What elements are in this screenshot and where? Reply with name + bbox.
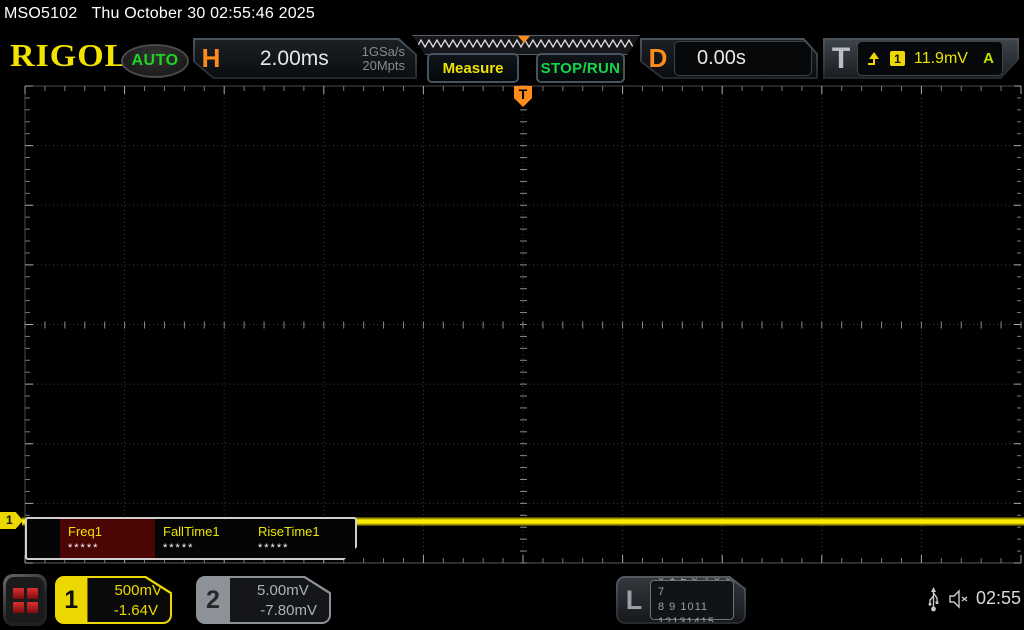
channel2-badge[interactable]: 2 5.00mV -7.80mV — [196, 576, 331, 624]
channel2-scale: 5.00mV — [257, 582, 309, 599]
measurement-value: ***** — [163, 542, 195, 554]
delay-value[interactable]: 0.00s — [675, 47, 746, 70]
logic-channel-list: 0 1 2 3 4 5 6 7 8 9 1011 12131415 — [650, 580, 734, 620]
channel1-scale: 500mV — [114, 582, 162, 599]
timebase-value[interactable]: 2.00ms — [227, 47, 362, 71]
acquire-status-badge: AUTO — [121, 44, 189, 78]
logic-row1: 0 1 2 3 4 5 6 7 — [658, 571, 733, 598]
measurement-value: ***** — [68, 542, 100, 554]
channel2-offset: -7.80mV — [260, 602, 317, 619]
channel1-number: 1 — [64, 585, 79, 614]
grid-icon — [6, 577, 44, 623]
channel2-number: 2 — [206, 585, 220, 614]
stop-run-button-label: STOP/RUN — [540, 59, 621, 77]
channel1-badge[interactable]: 1 500mV -1.64V — [55, 576, 172, 624]
measurement-label: FallTime1 — [163, 524, 220, 539]
measurement-label: Freq1 — [68, 524, 102, 539]
speaker-muted-icon — [949, 589, 968, 609]
overview-trigger-position-icon[interactable] — [518, 36, 530, 43]
measurement-label: RiseTime1 — [258, 524, 320, 539]
trigger-settings-section[interactable]: T 1 11.9mV A — [823, 38, 1019, 79]
clock: 02:55 — [976, 588, 1022, 608]
logic-label: L — [625, 584, 643, 615]
channel1-offset: -1.64V — [113, 602, 158, 619]
stop-run-button[interactable]: STOP/RUN — [536, 53, 625, 83]
delay-label: D — [648, 43, 668, 73]
trigger-label: T — [831, 41, 851, 75]
rising-edge-trigger-icon — [866, 51, 881, 66]
measurement-item-freq1[interactable]: Freq1 ***** — [60, 519, 155, 558]
horizontal-label: H — [201, 43, 221, 73]
grid — [0, 84, 1024, 571]
measurement-value: ***** — [258, 542, 290, 554]
measurement-overlay: Freq1 ***** FallTime1 ***** RiseTime1 **… — [25, 517, 357, 560]
trigger-source-badge[interactable]: 1 — [890, 51, 905, 66]
logic-row2: 8 9 1011 12131415 — [658, 601, 715, 628]
memory-depth: 20Mpts — [362, 57, 405, 73]
oscilloscope-screen: MSO5102 Thu October 30 02:55:46 2025 RIGO… — [0, 0, 1024, 630]
titlebar: MSO5102 Thu October 30 02:55:46 2025 — [4, 5, 315, 23]
grid-svg — [22, 85, 1024, 564]
trigger-level-value[interactable]: 11.9mV — [914, 50, 968, 68]
horizontal-settings-section[interactable]: H 2.00ms 1GSa/s 20Mpts — [193, 38, 417, 79]
measure-button-label: Measure — [442, 59, 504, 77]
model-name: MSO5102 — [4, 5, 78, 22]
measure-button[interactable]: Measure — [427, 53, 519, 83]
measurement-item-falltime1[interactable]: FallTime1 ***** — [155, 519, 250, 558]
graticule: T 1 Freq1 ***** FallTime1 ***** RiseTime… — [0, 84, 1024, 566]
display-grid-button[interactable] — [3, 574, 47, 626]
usb-icon — [928, 587, 939, 612]
acquire-status-label: AUTO — [131, 52, 179, 69]
rigol-logo: RIGOL — [10, 39, 129, 74]
logic-channels-badge[interactable]: L 0 1 2 3 4 5 6 7 8 9 1011 12131415 — [616, 576, 746, 624]
measurement-item-risetime1[interactable]: RiseTime1 ***** — [250, 519, 345, 558]
trigger-delay-section[interactable]: D 0.00s — [640, 38, 818, 79]
datetime: Thu October 30 02:55:46 2025 — [91, 5, 315, 22]
sample-rate-depth: 1GSa/s 20Mpts — [362, 45, 415, 72]
trigger-sweep-mode: A — [983, 50, 994, 67]
